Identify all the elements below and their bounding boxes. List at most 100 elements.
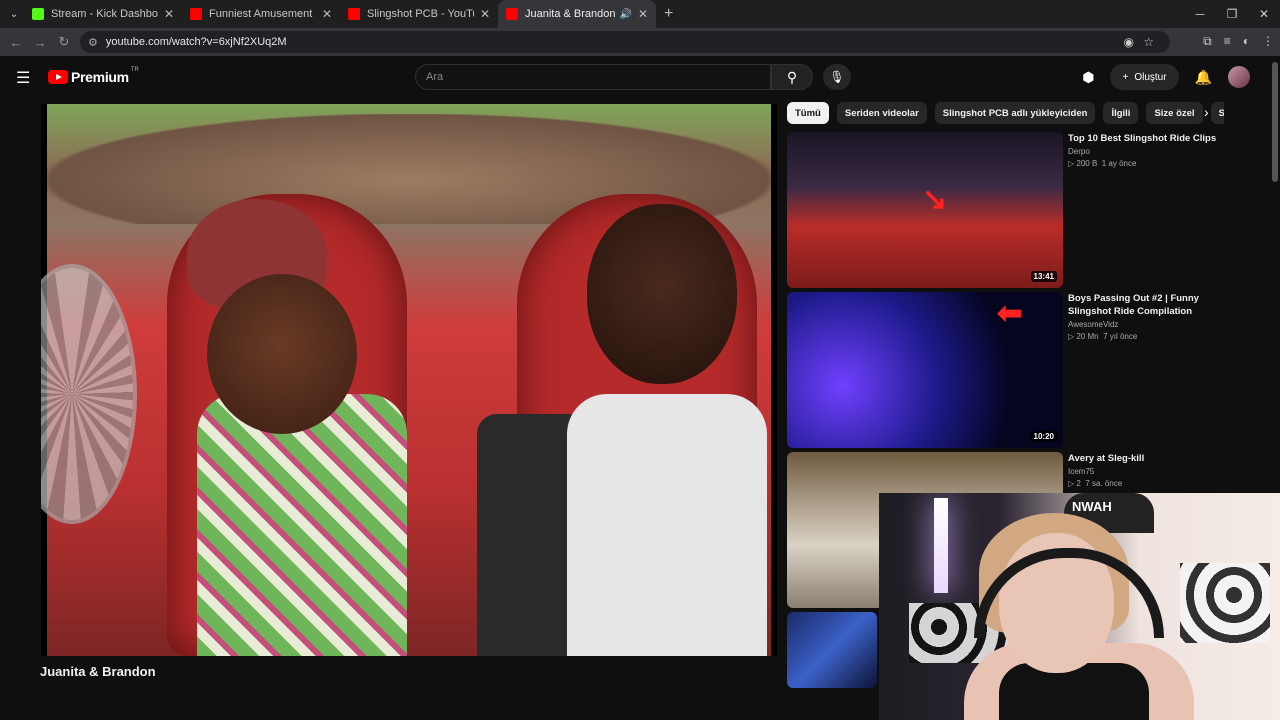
- youtube-favicon-icon: [190, 8, 202, 20]
- bookmark-star-icon[interactable]: ☆: [1143, 35, 1154, 49]
- logo-text: Premium: [71, 69, 129, 85]
- webcam-overlay: NWAH: [879, 493, 1280, 720]
- minimize-icon[interactable]: ─: [1184, 7, 1216, 21]
- plus-icon: +: [1122, 71, 1129, 83]
- close-tab-icon[interactable]: ✕: [164, 7, 174, 21]
- tab-search-icon[interactable]: ⌄: [4, 4, 24, 24]
- tab-slingshot-pcb[interactable]: Slingshot PCB - YouTube ✕: [340, 0, 498, 28]
- close-tab-icon[interactable]: ✕: [480, 7, 490, 21]
- reload-icon[interactable]: ↻: [52, 34, 76, 50]
- upload-age: 7 yıl önce: [1103, 332, 1138, 341]
- upload-age: 7 sa. önce: [1085, 479, 1123, 488]
- microphone-icon: 🎙: [829, 70, 845, 84]
- notifications-bell-icon[interactable]: 🔔: [1195, 69, 1212, 86]
- youtube-play-logo-icon: [48, 70, 68, 84]
- extensions-icon[interactable]: ⧉: [1203, 34, 1212, 49]
- search-icon: ⚲: [786, 68, 798, 85]
- address-bar-row: ← → ↻ ⚙ youtube.com/watch?v=6xjNf2XUq2M …: [0, 28, 1280, 56]
- url-text: youtube.com/watch?v=6xjNf2XUq2M: [105, 36, 287, 48]
- recommendation-chips: Tümü Seriden videolar Slingshot PCB adlı…: [787, 102, 1224, 124]
- recommendation-title[interactable]: Avery at Sleg-kill: [1068, 452, 1218, 465]
- menu-kebab-icon[interactable]: ⋮: [1262, 34, 1274, 49]
- window-controls: ─ ❐ ✕: [1184, 0, 1280, 28]
- red-arrow-icon: ↘: [922, 183, 948, 216]
- video-thumbnail[interactable]: ↘ 13:41: [787, 132, 1063, 288]
- tab-juanita-brandon[interactable]: Juanita & Brandon - YouTube 🔊 ✕: [498, 0, 656, 28]
- red-arrow-icon: ⬅: [997, 297, 1023, 330]
- channel-name[interactable]: AwesomeVidz: [1068, 320, 1218, 329]
- close-window-icon[interactable]: ✕: [1248, 7, 1280, 21]
- new-tab-icon[interactable]: +: [664, 5, 673, 23]
- video-fan: [41, 264, 137, 524]
- video-meta: ▷ 200 B 1 ay önce: [1068, 159, 1137, 168]
- chip-series[interactable]: Seriden videolar: [836, 102, 927, 124]
- tab-title: Juanita & Brandon - YouTube: [525, 8, 616, 20]
- voice-search-button[interactable]: 🎙: [823, 64, 851, 90]
- video-frame: [41, 104, 771, 656]
- tab-funniest-amusement[interactable]: Funniest Amusement Park Fails ✕: [182, 0, 340, 28]
- logo-country-code: TR: [130, 67, 139, 73]
- recommendation-title[interactable]: Boys Passing Out #2 | Funny Slingshot Ri…: [1068, 292, 1218, 318]
- kick-favicon-icon: [32, 8, 44, 20]
- forward-icon[interactable]: →: [28, 35, 52, 50]
- create-button[interactable]: + Oluştur: [1110, 64, 1179, 90]
- youtube-premium-logo[interactable]: Premium TR: [48, 67, 139, 85]
- video-meta: ▷ 2 7 sa. önce: [1068, 479, 1123, 488]
- webcam-person-top: [999, 663, 1149, 720]
- video-title: Juanita & Brandon: [40, 664, 156, 679]
- avatar[interactable]: [1228, 66, 1250, 88]
- video-person-right-face: [587, 204, 737, 384]
- video-meta: ▷ 20 Mn 7 yıl önce: [1068, 332, 1138, 341]
- view-count: 2: [1076, 479, 1081, 488]
- hamburger-menu-icon[interactable]: ☰: [16, 68, 30, 88]
- tab-title: Funniest Amusement Park Fails: [209, 8, 316, 20]
- extension-badge-icon[interactable]: ◉: [1124, 35, 1134, 49]
- media-control-icon[interactable]: ≡: [1224, 34, 1231, 49]
- webcam-neon-light: [934, 498, 948, 593]
- page-scrollbar[interactable]: [1272, 62, 1278, 182]
- cast-icon[interactable]: ⬢: [1082, 69, 1094, 86]
- search-input[interactable]: Ara: [415, 64, 771, 90]
- create-label: Oluştur: [1134, 71, 1167, 83]
- youtube-favicon-icon: [348, 8, 360, 20]
- close-tab-icon[interactable]: ✕: [638, 7, 648, 21]
- chips-next-icon[interactable]: ›: [1204, 104, 1209, 120]
- chip-related[interactable]: İlgili: [1103, 102, 1139, 124]
- chip-uploader[interactable]: Slingshot PCB adlı yükleyiciden: [934, 102, 1096, 124]
- search-button[interactable]: ⚲: [771, 64, 813, 90]
- chip-more[interactable]: So: [1210, 102, 1224, 124]
- duration-badge: 13:41: [1030, 271, 1057, 282]
- tab-kick-dashboard[interactable]: Stream - Kick Dashboard ✕: [24, 0, 182, 28]
- video-person-left-face: [207, 274, 357, 434]
- youtube-header: ☰ Premium TR Ara ⚲ 🎙 ⬢ + Oluştur 🔔: [0, 56, 1270, 98]
- video-person-left-body: [197, 394, 407, 656]
- chip-for-you[interactable]: Size özel: [1146, 102, 1203, 124]
- duration-badge: 10:20: [1030, 431, 1057, 442]
- browser-tabbar: ⌄ Stream - Kick Dashboard ✕ Funniest Amu…: [0, 0, 1280, 28]
- restore-icon[interactable]: ❐: [1216, 7, 1248, 21]
- close-tab-icon[interactable]: ✕: [322, 7, 332, 21]
- tab-title: Slingshot PCB - YouTube: [367, 8, 474, 20]
- tab-title: Stream - Kick Dashboard: [51, 8, 158, 20]
- back-icon[interactable]: ←: [4, 35, 28, 50]
- channel-name[interactable]: Icem75: [1068, 467, 1218, 476]
- video-thumbnail[interactable]: ⬅ 10:20: [787, 292, 1063, 448]
- youtube-favicon-icon: [506, 8, 518, 20]
- profile-icon[interactable]: ◐: [1243, 34, 1250, 49]
- webcam-cow-print-pillow: [1180, 563, 1270, 643]
- browser-toolbar: ⧉ ≡ ◐ ⋮: [1203, 34, 1274, 49]
- channel-name[interactable]: Derpo: [1068, 147, 1218, 156]
- chip-all[interactable]: Tümü: [787, 102, 829, 124]
- video-thumbnail[interactable]: [787, 612, 877, 688]
- site-info-icon[interactable]: ⚙: [88, 36, 98, 49]
- video-person-right-body: [567, 394, 767, 656]
- recommendation-item[interactable]: ↘ 13:41 Top 10 Best Slingshot Ride Clips…: [787, 132, 1217, 288]
- view-count: 200 B: [1076, 159, 1098, 168]
- recommendation-title[interactable]: Top 10 Best Slingshot Ride Clips: [1068, 132, 1218, 145]
- video-player[interactable]: [41, 104, 777, 656]
- view-count: 20 Mn: [1076, 332, 1099, 341]
- recommendation-item[interactable]: ⬅ 10:20 Boys Passing Out #2 | Funny Slin…: [787, 292, 1217, 448]
- upload-age: 1 ay önce: [1101, 159, 1137, 168]
- speaker-icon[interactable]: 🔊: [619, 9, 631, 20]
- omnibox[interactable]: ⚙ youtube.com/watch?v=6xjNf2XUq2M ◉ ☆: [80, 31, 1170, 53]
